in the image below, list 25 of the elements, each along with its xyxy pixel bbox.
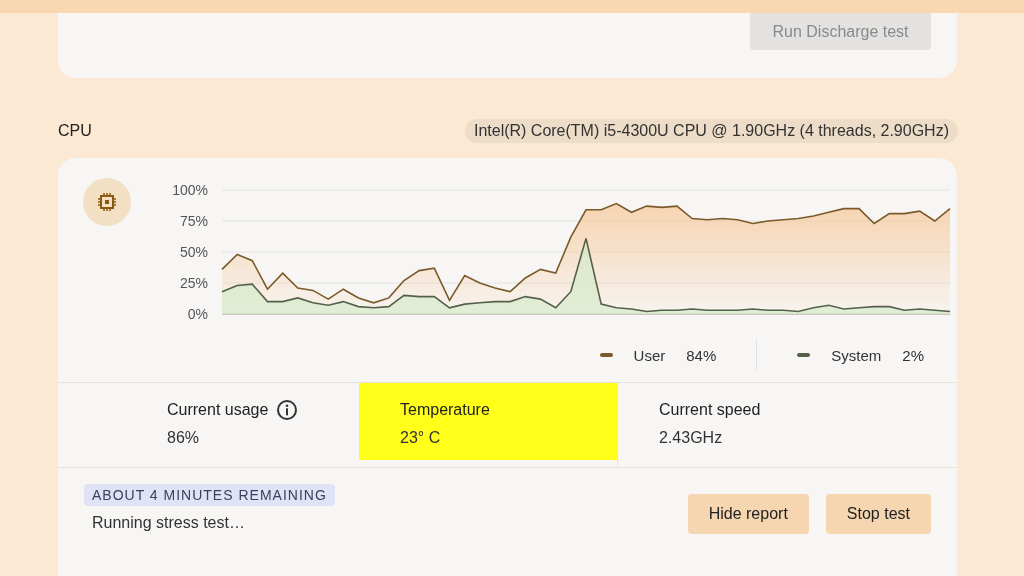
axis-label: 25%: [179, 275, 208, 291]
stat-value: 2.43GHz: [659, 429, 724, 447]
legend-value: 84%: [686, 346, 717, 364]
legend-swatch: [599, 353, 613, 357]
legend-label: User: [633, 346, 666, 364]
stat-label: Current speed: [659, 401, 761, 419]
status-text: Running stress test…: [91, 514, 245, 532]
stat-label: Temperature: [400, 401, 490, 419]
legend-swatch: [797, 353, 811, 357]
legend-value: 2%: [902, 346, 924, 364]
stop-test-button[interactable]: Stop test: [825, 494, 931, 534]
cpu-model-chip: Intel(R) Core(TM) i5-4300U CPU @ 1.90GHz (4 threads, 2.90GHz): [464, 119, 958, 143]
axis-label: 0%: [187, 306, 208, 322]
axis-label: 75%: [179, 213, 208, 229]
section-title: CPU: [58, 122, 92, 140]
hide-report-button[interactable]: Hide report: [687, 494, 809, 534]
axis-label: 100%: [172, 182, 208, 198]
legend-label: System: [831, 346, 882, 364]
time-remaining-badge: ABOUT 4 MINUTES REMAINING: [84, 484, 335, 506]
stat-value: 86%: [167, 429, 201, 447]
axis-label: 50%: [179, 244, 208, 260]
stat-label: Current usage: [167, 401, 269, 419]
stat-value: 23° C: [400, 429, 442, 447]
info-icon[interactable]: [276, 399, 299, 421]
chip-icon: [83, 178, 131, 226]
